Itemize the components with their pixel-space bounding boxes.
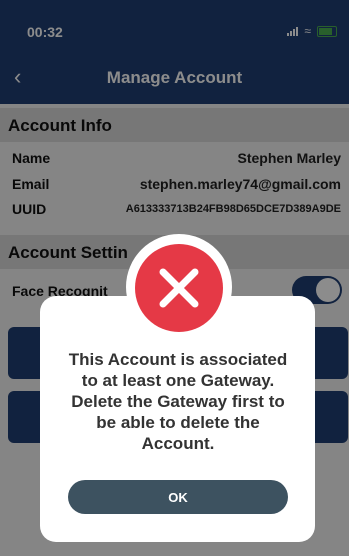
message-line: Account.	[141, 434, 215, 453]
message-line: Delete the Gateway first to	[71, 392, 285, 411]
dialog-message: This Account is associated to at least o…	[52, 349, 304, 454]
message-line: be able to delete the	[96, 413, 260, 432]
message-line: This Account is associated	[68, 350, 288, 369]
message-line: to at least one Gateway.	[81, 371, 275, 390]
error-x-icon	[159, 268, 199, 308]
ok-button[interactable]: OK	[68, 480, 288, 514]
